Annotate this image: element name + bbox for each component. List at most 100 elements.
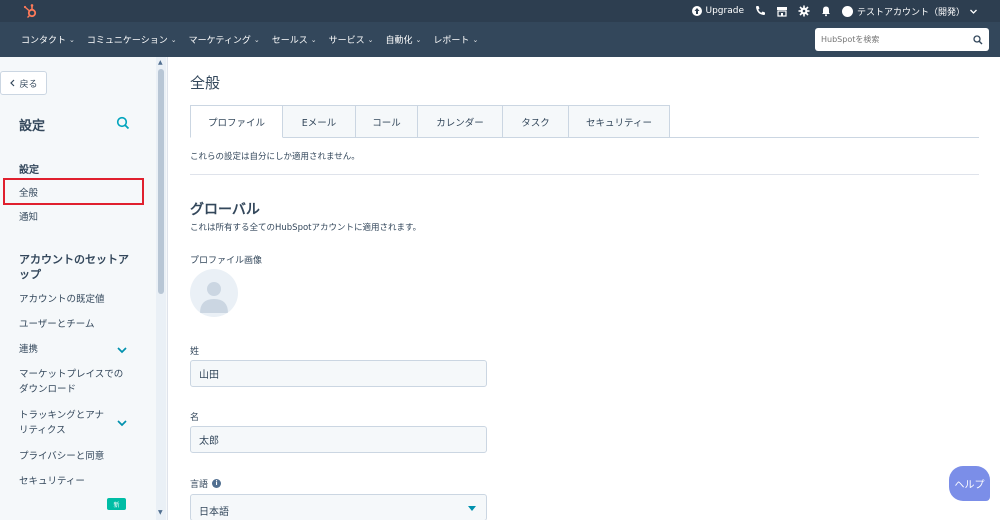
profile-image-avatar[interactable] <box>190 269 238 317</box>
nav-item-reports[interactable]: レポート ⌄ <box>433 33 479 47</box>
tab-security[interactable]: セキュリティー <box>569 105 670 138</box>
back-label: 戻る <box>19 79 38 90</box>
top-right-controls: Upgrade テストアカウント（開発） <box>691 0 979 22</box>
profile-image-label: プロファイル画像 <box>190 253 262 266</box>
nav-label: サービス <box>328 36 365 46</box>
nav-menu: コンタクト ⌄ コミュニケーション ⌄ マーケティング ⌄ セールス ⌄ サービス ⌄ 自… <box>21 22 478 57</box>
back-button[interactable]: 戻る <box>0 71 47 95</box>
field-label-text: 姓 <box>190 347 200 357</box>
chevron-down-icon: ⌄ <box>415 35 422 44</box>
marketplace-icon[interactable] <box>776 5 788 17</box>
sidebar-item-label: ユーザーとチーム <box>19 319 95 330</box>
main-nav: コンタクト ⌄ コミュニケーション ⌄ マーケティング ⌄ セールス ⌄ サービス ⌄ 自… <box>0 22 1000 57</box>
default-user-icon <box>200 282 228 313</box>
language-label: 言語 i <box>190 477 222 490</box>
hubspot-logo-icon[interactable] <box>22 3 38 19</box>
scroll-up-icon[interactable]: ▲ <box>158 59 163 66</box>
sidebar-item-account-defaults[interactable]: アカウントの既定値 <box>19 292 137 307</box>
language-select[interactable]: 日本語 <box>190 494 487 520</box>
nav-item-marketing[interactable]: マーケティング ⌄ <box>189 33 260 47</box>
tab-label: コール <box>372 117 401 129</box>
help-label: ヘルプ <box>954 480 985 491</box>
nav-label: コミュニケーション <box>86 36 168 46</box>
chevron-down-icon: ⌄ <box>367 35 374 44</box>
upgrade-label: Upgrade <box>705 6 744 16</box>
nav-label: セールス <box>271 36 308 46</box>
sidebar-item-users-teams[interactable]: ユーザーとチーム <box>19 317 137 332</box>
help-button[interactable]: ヘルプ <box>949 466 990 501</box>
notifications-bell-icon[interactable] <box>820 5 832 17</box>
chevron-down-icon[interactable] <box>116 344 128 356</box>
settings-main: 全般 プロファイル Eメール コール カレンダー タスク セキュリティー これら… <box>168 57 1000 520</box>
nav-label: 自動化 <box>385 36 413 46</box>
tab-tasks[interactable]: タスク <box>503 105 569 138</box>
sidebar-item-label: 全般 <box>19 188 39 199</box>
global-search-input[interactable] <box>821 35 973 44</box>
sidebar-item-label: 通知 <box>19 212 39 223</box>
nav-item-conversations[interactable]: コミュニケーション ⌄ <box>86 33 177 47</box>
divider <box>190 174 979 175</box>
tab-label: カレンダー <box>436 117 484 129</box>
sidebar-item-general[interactable]: 全般 <box>3 178 144 205</box>
sidebar-item-label: マーケットプレイスでのダウンロード <box>19 369 124 395</box>
sidebar-scrollbar[interactable]: ▲ ▼ <box>156 57 166 520</box>
nav-label: レポート <box>433 36 470 46</box>
tab-label: セキュリティー <box>586 117 652 129</box>
settings-scope-note: これらの設定は自分にしか適用されません。 <box>190 152 360 162</box>
sidebar-item-label: 連携 <box>19 344 39 355</box>
chevron-down-icon: ⌄ <box>310 35 317 44</box>
chevron-down-icon: ⌄ <box>472 35 479 44</box>
scroll-down-icon[interactable]: ▼ <box>158 509 163 516</box>
sidebar-item-label: セキュリティー <box>19 476 85 487</box>
first-name-label: 名 <box>190 410 199 423</box>
field-label-text: プロファイル画像 <box>190 256 263 266</box>
global-section-title: グローバル <box>190 202 260 218</box>
tab-calling[interactable]: コール <box>356 105 418 138</box>
sidebar-item-label: トラッキングとアナリティクス <box>19 410 105 436</box>
chevron-down-icon: ⌄ <box>253 35 260 44</box>
sidebar-item-marketplace-downloads[interactable]: マーケットプレイスでのダウンロード <box>19 367 131 397</box>
nav-item-contacts[interactable]: コンタクト ⌄ <box>21 33 75 47</box>
upgrade-arrow-icon <box>691 6 702 16</box>
account-menu[interactable]: テストアカウント（開発） <box>841 5 978 18</box>
sidebar-item-tracking-analytics[interactable]: トラッキングとアナリティクス <box>19 408 109 438</box>
tab-label: プロファイル <box>207 117 265 129</box>
scrollbar-thumb[interactable] <box>158 69 164 294</box>
chevron-down-icon: ⌄ <box>170 35 177 44</box>
tab-label: タスク <box>521 117 550 129</box>
tab-profile[interactable]: プロファイル <box>190 105 283 138</box>
last-name-label: 姓 <box>190 344 199 357</box>
first-name-field[interactable] <box>190 426 487 453</box>
sidebar-item-label: アカウントの既定値 <box>19 294 105 305</box>
page-title: 全般 <box>190 74 221 92</box>
sidebar-item-notifications[interactable]: 通知 <box>19 210 137 225</box>
last-name-field[interactable] <box>190 360 487 387</box>
settings-tabs: プロファイル Eメール コール カレンダー タスク セキュリティー <box>190 105 670 138</box>
chevron-down-icon[interactable] <box>116 417 128 429</box>
sidebar-item-privacy-consent[interactable]: プライバシーと同意 <box>19 449 137 464</box>
sidebar-item-label: プライバシーと同意 <box>19 451 105 462</box>
nav-item-sales[interactable]: セールス ⌄ <box>271 33 317 47</box>
info-icon[interactable]: i <box>212 479 222 488</box>
sidebar-item-security[interactable]: セキュリティー <box>19 474 137 489</box>
nav-item-automation[interactable]: 自動化 ⌄ <box>385 33 422 47</box>
global-section-description: これは所有する全てのHubSpotアカウントに適用されます。 <box>190 223 422 233</box>
tab-label: Eメール <box>301 117 337 129</box>
caret-down-icon <box>468 506 476 511</box>
chevron-down-icon <box>970 9 977 14</box>
account-name: テストアカウント（開発） <box>856 7 965 18</box>
chevron-down-icon: ⌄ <box>69 35 75 44</box>
upgrade-button[interactable]: Upgrade <box>691 6 744 16</box>
tab-underline <box>670 137 979 138</box>
new-badge: 新 <box>107 498 126 510</box>
account-avatar-icon <box>841 5 853 17</box>
tab-calendar[interactable]: カレンダー <box>418 105 503 138</box>
field-label-text: 名 <box>190 413 200 423</box>
sidebar-search-icon[interactable] <box>116 116 130 130</box>
sidebar-section-account-setup: アカウントのセットアップ <box>19 253 129 281</box>
settings-gear-icon[interactable] <box>798 5 810 17</box>
nav-item-service[interactable]: サービス ⌄ <box>328 33 374 47</box>
calling-icon[interactable] <box>754 5 766 17</box>
search-icon[interactable] <box>973 34 983 45</box>
tab-email[interactable]: Eメール <box>283 105 356 138</box>
